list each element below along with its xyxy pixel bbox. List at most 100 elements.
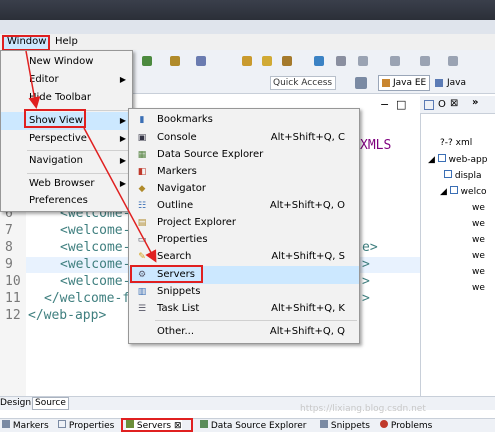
menu-item-editor[interactable]: Editor ▶: [1, 71, 132, 89]
perspective-java[interactable]: Java: [433, 76, 478, 90]
menu-item-navigator[interactable]: ◆ Navigator: [129, 180, 359, 198]
outline-item[interactable]: displa: [444, 170, 482, 181]
maximize-icon[interactable]: □: [396, 98, 406, 111]
brush-icon[interactable]: [282, 56, 292, 66]
tab-properties-label: Properties: [68, 421, 115, 431]
menu-item-label: Perspective: [29, 133, 87, 144]
nav-back-icon[interactable]: [390, 56, 400, 66]
tab-data-source-explorer[interactable]: Data Source Explorer: [200, 420, 306, 431]
menu-item-bookmarks[interactable]: ▮ Bookmarks: [129, 111, 359, 129]
outline-item[interactable]: we: [472, 251, 485, 261]
menu-item-task-list[interactable]: ☰ Task List Alt+Shift+Q, K: [129, 300, 359, 318]
nav-extra-icon[interactable]: [448, 56, 458, 66]
outline-item[interactable]: ◢ web-app: [428, 154, 487, 165]
menu-item-shortcut: Alt+Shift+Q, C: [270, 132, 345, 143]
open-type-icon[interactable]: [242, 56, 252, 66]
menu-item-properties[interactable]: ▭ Properties: [129, 231, 359, 249]
outline-tab[interactable]: O: [438, 99, 446, 110]
outline-item[interactable]: we: [472, 283, 485, 293]
close-icon[interactable]: ⊠: [450, 98, 458, 109]
quick-access-input[interactable]: Quick Access: [270, 76, 336, 90]
menu-item-web-browser[interactable]: Web Browser ▶: [1, 175, 132, 193]
code-text: <welcome-: [60, 223, 131, 238]
code-text: </web-app>: [28, 308, 107, 323]
code-fragment-xmls: XMLS: [360, 138, 392, 153]
code-text: <welcome-: [60, 274, 131, 289]
tab-problems[interactable]: Problems: [380, 420, 432, 431]
menu-item-data-source-explorer[interactable]: ▦ Data Source Explorer: [129, 146, 359, 164]
outline-icon: ☷: [137, 201, 147, 211]
minimize-icon[interactable]: −: [380, 98, 389, 111]
view-menu-chevron-icon[interactable]: »: [472, 97, 478, 108]
menu-item-markers[interactable]: ◧ Markers: [129, 163, 359, 181]
outline-item[interactable]: we: [472, 203, 485, 213]
menu-help[interactable]: Help: [52, 35, 81, 49]
tab-design[interactable]: Design: [0, 398, 31, 408]
tab-snippets[interactable]: Snippets: [320, 420, 370, 431]
menu-item-console[interactable]: ▣ Console Alt+Shift+Q, C: [129, 129, 359, 147]
menu-item-new-window[interactable]: New Window: [1, 53, 132, 71]
menu-item-outline[interactable]: ☷ Outline Alt+Shift+Q, O: [129, 197, 359, 215]
tab-source[interactable]: Source: [32, 397, 69, 410]
menu-item-label: Other...: [157, 326, 195, 337]
line-number: 7: [5, 223, 13, 238]
tab-markers[interactable]: Markers: [2, 420, 49, 431]
outline-item-label: displa: [454, 171, 482, 181]
java-icon: [435, 79, 443, 87]
highlight-window-menu: [2, 35, 50, 51]
menu-item-label: Properties: [157, 234, 208, 245]
menu-item-other[interactable]: Other... Alt+Shift+Q, Q: [129, 323, 359, 341]
outline-item[interactable]: ?-? xml: [440, 138, 472, 148]
menu-item-snippets[interactable]: ▥ Snippets: [129, 283, 359, 301]
outline-item[interactable]: we: [472, 267, 485, 277]
show-view-menu: ▮ Bookmarks ▣ Console Alt+Shift+Q, C ▦ Data …: [128, 108, 360, 344]
menu-item-search[interactable]: ✎ Search Alt+Shift+Q, S: [129, 248, 359, 266]
menu-item-preferences[interactable]: Preferences: [1, 192, 132, 210]
menu-item-label: Snippets: [157, 286, 201, 297]
run-icon[interactable]: [142, 56, 152, 66]
tab-properties[interactable]: Properties: [58, 420, 114, 431]
outline-item[interactable]: we: [472, 219, 485, 229]
globe-icon[interactable]: [314, 56, 324, 66]
menu-item-label: Task List: [157, 303, 200, 314]
line-number: 9: [5, 257, 13, 272]
project-explorer-icon: ▤: [137, 218, 147, 228]
submenu-arrow-icon: ▶: [119, 116, 126, 125]
editor-view-controls: − □: [370, 98, 420, 112]
code-fragment: >: [362, 291, 370, 306]
menu-item-perspective[interactable]: Perspective ▶: [1, 130, 132, 148]
perspective-java-ee[interactable]: Java EE: [378, 75, 430, 91]
tab-snippets-label: Snippets: [330, 421, 370, 431]
outline-item[interactable]: we: [472, 235, 485, 245]
console-icon: ▣: [137, 133, 147, 143]
code-text: <welcome-: [60, 240, 131, 255]
outline-item-label: welco: [460, 187, 487, 197]
element-icon: [437, 154, 446, 162]
highlight-servers-tab: [121, 418, 193, 432]
outline-scrollbar[interactable]: [420, 396, 495, 410]
menu-item-label: Console: [157, 132, 197, 143]
outline-panel-header: O ⊠ »: [420, 96, 495, 114]
submenu-arrow-icon: ▶: [119, 75, 126, 84]
new-project-icon[interactable]: [196, 56, 206, 66]
database-icon: [200, 420, 208, 428]
menu-item-label: Hide Toolbar: [29, 92, 91, 103]
open-folder-icon[interactable]: [262, 56, 272, 66]
next-annotation-icon[interactable]: [358, 56, 368, 66]
task-list-icon: ☰: [137, 304, 147, 314]
menu-item-navigation[interactable]: Navigation ▶: [1, 152, 132, 170]
element-icon: [444, 170, 452, 178]
debug-icon[interactable]: [170, 56, 180, 66]
outline-item[interactable]: ◢ welco: [440, 186, 487, 197]
open-perspective-icon[interactable]: [355, 77, 367, 89]
highlight-servers-item: [130, 265, 203, 283]
menu-item-hide-toolbar[interactable]: Hide Toolbar: [1, 89, 132, 107]
menu-item-project-explorer[interactable]: ▤ Project Explorer: [129, 214, 359, 232]
menu-item-label: Navigator: [157, 183, 206, 194]
code-text: <welcome-: [60, 257, 131, 272]
problems-icon: [380, 420, 388, 428]
menu-item-shortcut: Alt+Shift+Q, S: [271, 251, 345, 262]
annotation-icon[interactable]: [336, 56, 346, 66]
tab-data-source-explorer-label: Data Source Explorer: [210, 421, 307, 431]
nav-forward-icon[interactable]: [420, 56, 430, 66]
